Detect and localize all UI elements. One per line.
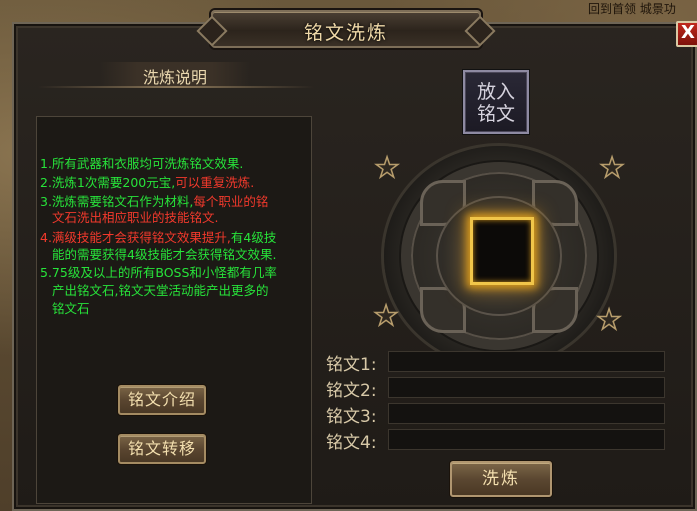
- rule-line-5: 5.75级及以上的所有BOSS和小怪都有几率: [40, 265, 277, 280]
- rule-line-3-part-b: 每个职业的铭: [193, 194, 269, 209]
- insert-label-line-2: 铭文: [476, 103, 515, 125]
- star-icon: ★: [374, 151, 401, 184]
- star-icon: ★: [596, 303, 623, 336]
- rule-line-2: 2.洗炼1次需要200元宝,可以重复洗炼.: [40, 175, 254, 190]
- rule-line-5-cont: 产出铭文石,铭文天堂活动能产出更多的: [52, 283, 269, 298]
- insert-inscription-button[interactable]: 放入 铭文: [463, 70, 529, 134]
- inscription-4-label: 铭文4:: [326, 433, 377, 453]
- inscription-3-label: 铭文3:: [326, 407, 377, 427]
- description-header: 洗炼说明: [100, 62, 250, 87]
- rule-line-3: 3.洗炼需要铭文石作为材料,每个职业的铭: [40, 194, 268, 209]
- header-divider: [38, 86, 314, 88]
- inscription-2-label: 铭文2:: [326, 381, 377, 401]
- insert-label-line-1: 放入: [476, 81, 515, 103]
- rule-line-4-part-a: 4.满级技能才会获得铭文效果提升,: [40, 230, 231, 245]
- inscription-2-field: [388, 377, 665, 398]
- inscription-transfer-button[interactable]: 铭文转移: [118, 434, 206, 464]
- inscription-1-label: 铭文1:: [326, 355, 377, 375]
- rule-line-4-part-b: 有4级技: [230, 230, 277, 245]
- rule-line-4: 4.满级技能才会获得铭文效果提升,有4级技: [40, 230, 276, 245]
- rule-line-2-part-a: 2.洗炼1次需要200元宝,: [40, 175, 176, 190]
- rule-line-4-cont: 能的需要获得4级技能才会获得铭文效果.: [52, 247, 277, 262]
- title-plate: 铭文洗炼: [211, 10, 481, 48]
- rule-line-1: 1.所有武器和衣服均可洗炼铭文效果.: [40, 156, 244, 171]
- star-icon: ★: [599, 151, 626, 184]
- close-button[interactable]: X: [676, 21, 697, 47]
- window-title: 铭文洗炼: [303, 22, 388, 44]
- description-header-label: 洗炼说明: [142, 68, 207, 87]
- inscription-item-slot[interactable]: [470, 217, 534, 285]
- inscription-1-field: [388, 351, 665, 372]
- background-hud-text: 回到首领 城景功: [588, 2, 676, 16]
- inscription-intro-button[interactable]: 铭文介绍: [118, 385, 206, 415]
- rule-line-3-part-a: 3.洗炼需要铭文石作为材料,: [40, 194, 194, 209]
- inscription-3-field: [388, 403, 665, 424]
- close-icon: X: [681, 22, 695, 43]
- rule-line-2-part-b: 可以重复洗炼.: [175, 175, 255, 190]
- rule-line-5-cont-2: 铭文石: [52, 301, 90, 316]
- inscription-4-field: [388, 429, 665, 450]
- rule-line-3-cont: 文石洗出相应职业的技能铭文.: [52, 210, 219, 225]
- refine-button[interactable]: 洗炼: [450, 461, 552, 497]
- star-icon: ★: [373, 299, 400, 332]
